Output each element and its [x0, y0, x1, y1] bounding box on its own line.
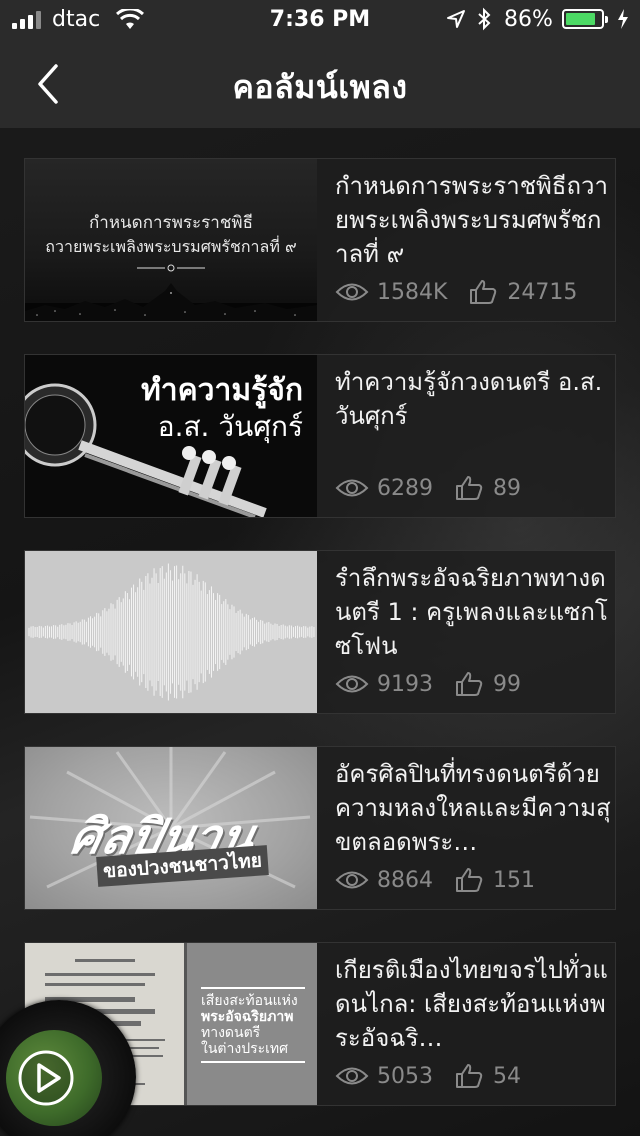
thumbnail-text: ในต่างประเทศ	[201, 1041, 289, 1057]
thumbnail-text: ทางดนตรี	[201, 1025, 261, 1041]
item-title: กำหนดการพระราชพิธีถวายพระเพลิงพระบรมศพรั…	[335, 172, 608, 268]
thumbs-up-icon	[456, 476, 483, 500]
like-count: 99	[493, 671, 521, 697]
status-bar: dtac 7:36 PM 86%	[0, 0, 640, 40]
item-title: ทำความรู้จักวงดนตรี อ.ส. วันศุกร์	[335, 368, 603, 430]
list-item[interactable]: รำลึกพระอัจฉริยภาพทางดนตรี 1 : ครูเพลงแล…	[24, 550, 616, 714]
battery-percent: 86%	[504, 7, 553, 32]
like-count: 54	[493, 1063, 521, 1089]
item-info: อัครศิลปินที่ทรงดนตรีด้วยความหลงใหลและมี…	[335, 757, 611, 859]
eye-icon	[335, 1067, 369, 1085]
item-title: เกียรติเมืองไทยขจรไปทั่วแดนไกล: เสียงสะท…	[335, 956, 608, 1052]
item-title: อัครศิลปินที่ทรงดนตรีด้วยความหลงใหลและมี…	[335, 760, 611, 856]
eye-icon	[335, 479, 369, 497]
page-title: คอลัมน์เพลง	[232, 68, 408, 106]
view-count: 6289	[377, 475, 433, 501]
item-stats: 1584K 24715	[335, 279, 577, 305]
thumbnail-text: กำหนดการพระราชพิธี	[89, 213, 253, 233]
view-count: 9193	[377, 671, 433, 697]
bluetooth-icon	[476, 7, 492, 37]
eye-icon	[335, 871, 369, 889]
item-info: ทำความรู้จักวงดนตรี อ.ส. วันศุกร์	[335, 365, 611, 433]
battery-fill	[566, 13, 595, 25]
thumbs-up-icon	[470, 280, 497, 304]
thumbnail-text: พระอัจฉริยภาพ	[201, 1009, 294, 1025]
item-info: กำหนดการพระราชพิธีถวายพระเพลิงพระบรมศพรั…	[335, 169, 611, 271]
view-count: 1584K	[377, 279, 448, 305]
item-info: เกียรติเมืองไทยขจรไปทั่วแดนไกล: เสียงสะท…	[335, 953, 611, 1055]
like-count: 89	[493, 475, 521, 501]
view-count: 5053	[377, 1063, 433, 1089]
article-thumbnail: กำหนดการพระราชพิธี ถวายพระเพลิงพระบรมศพร…	[25, 159, 317, 321]
view-count: 8864	[377, 867, 433, 893]
list-item[interactable]: ศิลปินาน ของปวงชนชาวไทย อัครศิลปินที่ทรง…	[24, 746, 616, 910]
eye-icon	[335, 675, 369, 693]
play-icon	[18, 1050, 74, 1106]
thumbnail-text: ถวายพระเพลิงพระบรมศพรัชกาลที่ ๙	[45, 237, 297, 256]
charging-bolt-icon	[617, 8, 629, 36]
article-thumbnail: ทำความรู้จัก อ.ส. วันศุกร์	[25, 355, 317, 517]
item-title: รำลึกพระอัจฉริยภาพทางดนตรี 1 : ครูเพลงแล…	[335, 564, 608, 660]
thumbnail-caption: เสียงสะท้อนแห่ง พระอัจฉริยภาพ ทางดนตรี ใ…	[187, 943, 317, 1105]
eye-icon	[335, 283, 369, 301]
thumbs-up-icon	[456, 672, 483, 696]
city-skyline-image	[25, 283, 317, 321]
ornament-icon	[137, 264, 205, 272]
thumbnail-text: อ.ส. วันศุกร์	[157, 410, 303, 443]
thumbs-up-icon	[456, 868, 483, 892]
article-thumbnail	[25, 551, 317, 713]
nav-bar: คอลัมน์เพลง	[0, 40, 640, 129]
like-count: 24715	[507, 279, 578, 305]
like-count: 151	[493, 867, 535, 893]
item-stats: 9193 99	[335, 671, 521, 697]
battery-icon	[562, 9, 608, 29]
thumbnail-text: เสียงสะท้อนแห่ง	[201, 993, 298, 1009]
item-stats: 8864 151	[335, 867, 535, 893]
page: dtac 7:36 PM 86% คอลัมน์เพลง กำหนดการพระ…	[0, 0, 640, 1136]
location-arrow-icon	[446, 9, 466, 35]
item-info: รำลึกพระอัจฉริยภาพทางดนตรี 1 : ครูเพลงแล…	[335, 561, 611, 663]
item-stats: 5053 54	[335, 1063, 521, 1089]
article-thumbnail: ศิลปินาน ของปวงชนชาวไทย	[25, 747, 317, 909]
article-list: กำหนดการพระราชพิธี ถวายพระเพลิงพระบรมศพร…	[24, 158, 616, 1136]
thumbs-up-icon	[456, 1064, 483, 1088]
item-stats: 6289 89	[335, 475, 521, 501]
list-item[interactable]: ทำความรู้จัก อ.ส. วันศุกร์ ทำความรู้จักว…	[24, 354, 616, 518]
sound-waveform-image	[28, 563, 315, 701]
list-item[interactable]: กำหนดการพระราชพิธี ถวายพระเพลิงพระบรมศพร…	[24, 158, 616, 322]
